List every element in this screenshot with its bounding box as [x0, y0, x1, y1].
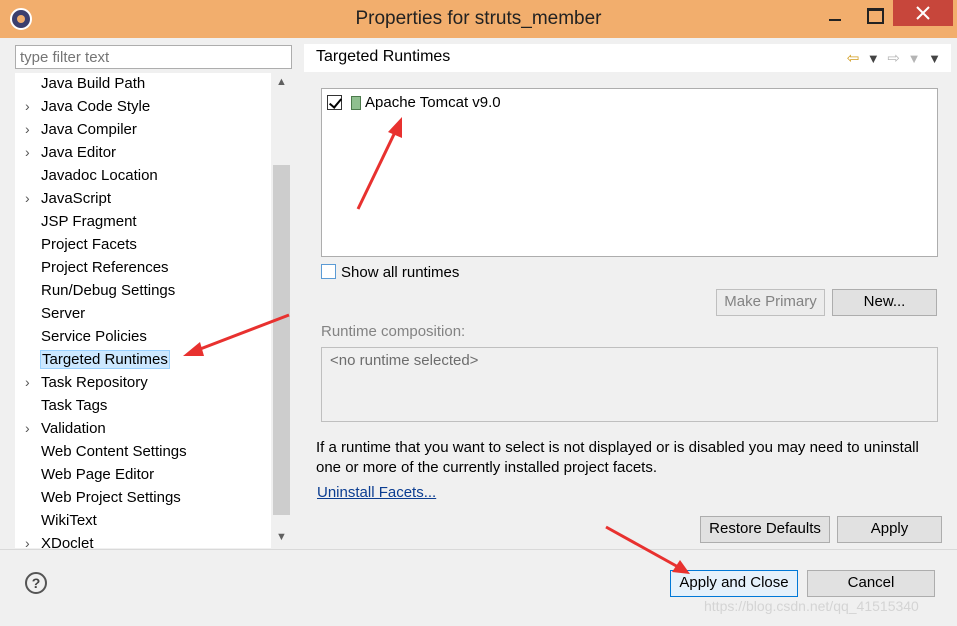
- page-header: Targeted Runtimes ⇦ ▼ ⇨ ▼ ▼: [304, 44, 951, 72]
- chevron-right-icon[interactable]: ›: [25, 374, 30, 390]
- sidebar-item-project-facets[interactable]: Project Facets: [15, 235, 271, 258]
- filter-input[interactable]: [15, 45, 292, 69]
- sidebar-item-web-page-editor[interactable]: Web Page Editor: [15, 465, 271, 488]
- info-text: If a runtime that you want to select is …: [316, 439, 919, 476]
- close-icon: [916, 6, 930, 20]
- page-title: Targeted Runtimes: [316, 48, 451, 65]
- close-window-button[interactable]: [893, 0, 953, 26]
- sidebar-item-java-editor[interactable]: › Java Editor: [15, 143, 271, 166]
- sidebar-item-server[interactable]: Server: [15, 304, 271, 327]
- make-primary-button[interactable]: Make Primary: [716, 289, 825, 316]
- back-menu-chevron-icon[interactable]: ▼: [867, 51, 880, 66]
- sidebar-item-project-references[interactable]: Project References: [15, 258, 271, 281]
- title-bar: Properties for struts_member: [0, 0, 957, 38]
- scroll-down-icon[interactable]: ▼: [276, 531, 287, 543]
- sidebar-item-label: Java Compiler: [41, 121, 137, 138]
- restore-defaults-button[interactable]: Restore Defaults: [700, 516, 830, 543]
- annotation-arrow-apply: [605, 525, 681, 570]
- sidebar-item-label: Validation: [41, 420, 106, 437]
- runtime-composition-label: Runtime composition:: [321, 323, 466, 340]
- help-icon[interactable]: ?: [25, 572, 47, 594]
- sidebar-item-label: Web Page Editor: [41, 466, 155, 483]
- chevron-right-icon[interactable]: ›: [25, 144, 30, 160]
- sidebar-item-label: WikiText: [41, 512, 97, 529]
- maximize-button[interactable]: [857, 0, 891, 32]
- chevron-right-icon[interactable]: ›: [25, 535, 30, 548]
- watermark: https://blog.csdn.net/qq_41515340: [704, 598, 919, 614]
- sidebar-item-java-compiler[interactable]: › Java Compiler: [15, 120, 271, 143]
- sidebar-item-label: Project References: [41, 259, 169, 276]
- forward-menu-chevron-icon: ▼: [907, 51, 921, 66]
- sidebar-item-label: Project Facets: [41, 236, 137, 253]
- sidebar-item-java-build-path[interactable]: Java Build Path: [15, 74, 271, 97]
- sidebar-item-label: Server: [41, 305, 86, 322]
- view-menu-icon[interactable]: ▼: [928, 51, 941, 66]
- forward-arrow-icon: ⇨: [887, 50, 900, 67]
- sidebar-item-label: Run/Debug Settings: [41, 282, 176, 299]
- uninstall-facets-link[interactable]: Uninstall Facets...: [317, 484, 436, 501]
- property-page-tree: Java Build Path › Java Code Style › Java Com…: [15, 73, 292, 548]
- sidebar-item-java-code-style[interactable]: › Java Code Style: [15, 97, 271, 120]
- new-runtime-button[interactable]: New...: [832, 289, 937, 316]
- sidebar-item-targeted-runtimes[interactable]: Targeted Runtimes: [15, 350, 271, 373]
- sidebar-item-web-project-settings[interactable]: Web Project Settings: [15, 488, 271, 511]
- runtime-label: Apache Tomcat v9.0: [365, 94, 501, 111]
- sidebar-item-javadoc-location[interactable]: Javadoc Location: [15, 166, 271, 189]
- tree-scrollbar[interactable]: ▲ ▼: [271, 73, 292, 548]
- sidebar-item-javascript[interactable]: › JavaScript: [15, 189, 271, 212]
- sidebar-item-label: Targeted Runtimes: [40, 350, 170, 369]
- sidebar-item-label: Java Editor: [41, 144, 117, 161]
- sidebar-item-label: JSP Fragment: [41, 213, 137, 230]
- apply-and-close-button[interactable]: Apply and Close: [670, 570, 798, 597]
- sidebar-item-web-content-settings[interactable]: Web Content Settings: [15, 442, 271, 465]
- sidebar-item-run-debug-settings[interactable]: Run/Debug Settings: [15, 281, 271, 304]
- sidebar-item-wikitext[interactable]: WikiText: [15, 511, 271, 534]
- scroll-up-icon[interactable]: ▲: [276, 76, 287, 88]
- show-all-label: Show all runtimes: [341, 264, 460, 281]
- page-nav: ⇦ ▼ ⇨ ▼ ▼: [843, 49, 941, 67]
- sidebar-item-task-repository[interactable]: › Task Repository: [15, 373, 271, 396]
- runtime-composition-box: <no runtime selected>: [321, 347, 938, 422]
- server-icon: [351, 96, 361, 110]
- sidebar-item-label: Web Project Settings: [41, 489, 181, 506]
- chevron-right-icon[interactable]: ›: [25, 121, 30, 137]
- chevron-right-icon[interactable]: ›: [25, 420, 30, 436]
- sidebar-item-label: Java Code Style: [41, 98, 151, 115]
- footer-divider: [0, 549, 957, 550]
- sidebar-item-label: Task Repository: [41, 374, 148, 391]
- sidebar-item-jsp-fragment[interactable]: JSP Fragment: [15, 212, 271, 235]
- sidebar-item-label: XDoclet: [41, 535, 94, 548]
- back-arrow-icon[interactable]: ⇦: [847, 50, 860, 67]
- window-title: Properties for struts_member: [355, 8, 602, 29]
- chevron-right-icon[interactable]: ›: [25, 98, 30, 114]
- runtime-list: Apache Tomcat v9.0: [321, 88, 938, 257]
- cancel-button[interactable]: Cancel: [807, 570, 935, 597]
- sidebar-item-service-policies[interactable]: Service Policies: [15, 327, 271, 350]
- sidebar-item-label: JavaScript: [41, 190, 112, 207]
- sidebar-item-xdoclet[interactable]: › XDoclet: [15, 534, 271, 548]
- chevron-right-icon[interactable]: ›: [25, 190, 30, 206]
- sidebar-item-label: Task Tags: [41, 397, 108, 414]
- sidebar-item-label: Web Content Settings: [41, 443, 187, 460]
- sidebar-item-validation[interactable]: › Validation: [15, 419, 271, 442]
- scrollbar-thumb[interactable]: [273, 165, 290, 515]
- minimize-button[interactable]: [818, 0, 852, 32]
- apply-button[interactable]: Apply: [837, 516, 942, 543]
- sidebar-item-task-tags[interactable]: Task Tags: [15, 396, 271, 419]
- sidebar-item-label: Service Policies: [41, 328, 147, 345]
- runtime-checkbox[interactable]: [327, 95, 342, 110]
- sidebar-item-label: Java Build Path: [41, 75, 146, 92]
- sidebar-item-label: Javadoc Location: [41, 167, 158, 184]
- show-all-checkbox[interactable]: [321, 264, 336, 279]
